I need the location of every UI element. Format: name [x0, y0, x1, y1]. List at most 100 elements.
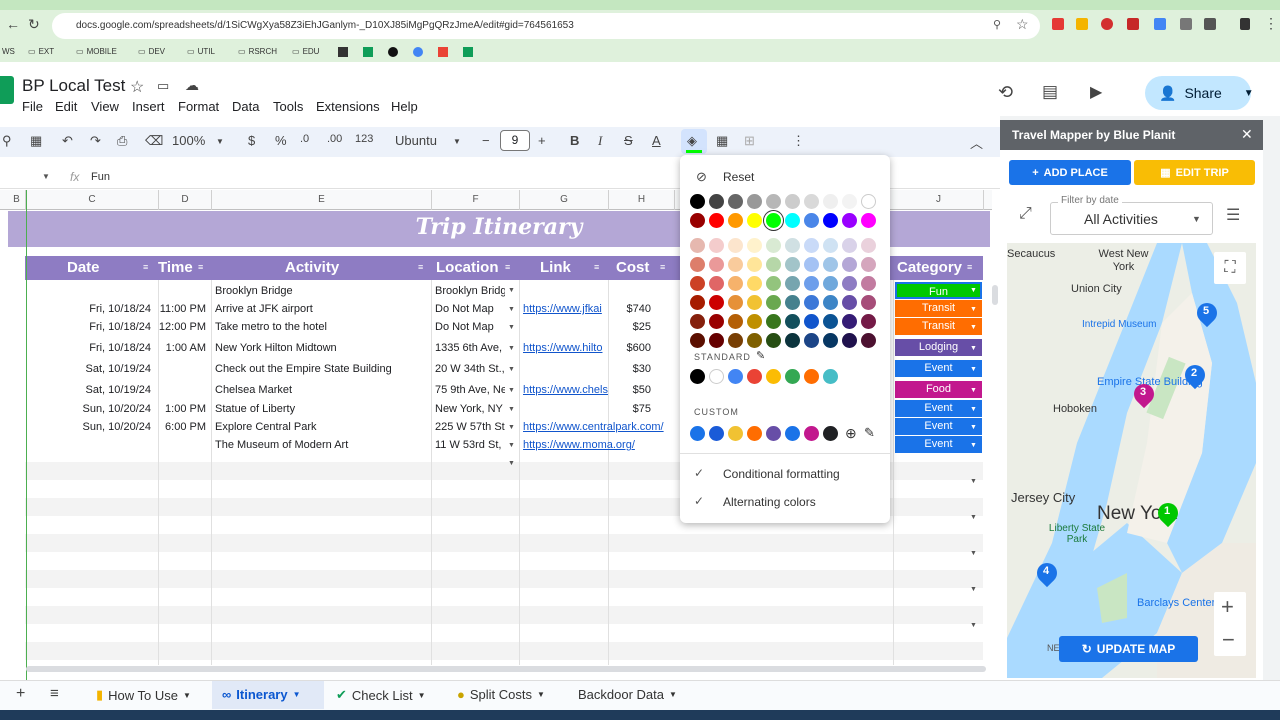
color-swatch[interactable] [842, 314, 857, 329]
color-swatch[interactable] [861, 257, 876, 272]
dropdown-arrow-icon[interactable]: ▼ [970, 586, 977, 593]
color-swatch[interactable] [747, 314, 762, 329]
currency-format-button[interactable]: $ [248, 133, 255, 148]
browser-menu-icon[interactable]: ⋮ [1264, 15, 1278, 32]
address-bar[interactable]: docs.google.com/spreadsheets/d/1SiCWgXya… [52, 13, 1040, 39]
menu-insert[interactable]: Insert [132, 99, 165, 114]
color-swatch[interactable] [690, 238, 705, 253]
alternating-colors-item[interactable]: Alternating colors [723, 495, 816, 509]
color-swatch[interactable] [823, 369, 838, 384]
tab-split-costs[interactable]: ● Split Costs ▼ [457, 687, 545, 702]
color-swatch[interactable] [804, 333, 819, 348]
dropdown-arrow-icon[interactable]: ▼ [970, 387, 977, 394]
header-date[interactable]: Date [67, 259, 100, 276]
sheets-icon[interactable] [463, 47, 473, 57]
chevron-down-icon[interactable]: ▼ [1244, 88, 1254, 99]
zoom-page-icon[interactable]: ⚲ [993, 18, 1001, 31]
name-box-chevron-icon[interactable]: ▼ [42, 172, 50, 181]
font-size-decrease-button[interactable]: − [482, 133, 490, 148]
color-swatch[interactable] [690, 194, 705, 209]
color-swatch[interactable] [747, 194, 762, 209]
color-swatch[interactable] [785, 295, 800, 310]
color-swatch[interactable] [804, 257, 819, 272]
category-chip[interactable]: Transit [895, 318, 982, 335]
color-swatch[interactable] [766, 333, 781, 348]
color-swatch[interactable] [728, 238, 743, 253]
color-swatch[interactable] [804, 426, 819, 441]
column-header[interactable]: E [212, 190, 432, 210]
map-marker[interactable]: 3 [1140, 386, 1146, 398]
color-swatch[interactable] [785, 238, 800, 253]
map-marker[interactable]: 2 [1191, 367, 1197, 379]
version-history-icon[interactable]: ⟲ [998, 82, 1013, 103]
bookmark-util[interactable]: ▭ UTIL [187, 47, 215, 56]
sheets-logo-icon[interactable] [0, 76, 14, 104]
zoom-select[interactable]: 100% [172, 133, 205, 148]
extension-icon[interactable] [1180, 18, 1192, 30]
color-swatch[interactable] [747, 369, 762, 384]
color-swatch[interactable] [785, 369, 800, 384]
settings-sliders-icon[interactable]: ☰ [1226, 205, 1240, 225]
color-swatch[interactable] [747, 426, 762, 441]
search-menus-icon[interactable]: ⚲ [2, 133, 12, 149]
number-format-button[interactable]: 123 [355, 133, 373, 145]
dropdown-arrow-icon[interactable]: ▼ [508, 406, 515, 413]
color-swatch[interactable] [690, 426, 705, 441]
paint-format-icon[interactable]: ⌫ [145, 133, 163, 149]
vertical-scrollbar[interactable] [992, 285, 998, 305]
color-swatch[interactable] [823, 276, 838, 291]
comments-icon[interactable]: ▤ [1042, 82, 1058, 102]
color-swatch[interactable] [690, 369, 705, 384]
extensions-puzzle-icon[interactable] [1204, 18, 1216, 30]
text-color-button[interactable]: A [652, 133, 661, 148]
color-swatch[interactable] [766, 213, 781, 228]
strikethrough-button[interactable]: S [624, 133, 633, 148]
color-swatch[interactable] [785, 194, 800, 209]
map[interactable]: Secaucus West New York Union City Intrep… [1007, 243, 1256, 678]
bold-button[interactable]: B [570, 133, 579, 148]
color-swatch[interactable] [766, 426, 781, 441]
fullscreen-icon[interactable]: ⤢ [1019, 205, 1032, 223]
reload-icon[interactable]: ↻ [28, 16, 40, 33]
color-swatch[interactable] [804, 314, 819, 329]
extension-icon[interactable] [1127, 18, 1139, 30]
notion-icon[interactable] [338, 47, 348, 57]
color-swatch[interactable] [823, 213, 838, 228]
filter-icon[interactable]: ≡ [967, 262, 972, 272]
extension-icon[interactable] [1052, 18, 1064, 30]
dropdown-arrow-icon[interactable]: ▼ [508, 387, 515, 394]
color-swatch[interactable] [823, 295, 838, 310]
menu-format[interactable]: Format [178, 99, 219, 114]
column-header[interactable]: J [894, 190, 984, 210]
category-chip[interactable]: Event [895, 360, 982, 377]
category-chip[interactable]: Transit [895, 300, 982, 317]
color-swatch[interactable] [709, 295, 724, 310]
edit-pencil-icon[interactable]: ✎ [756, 349, 765, 362]
column-header[interactable]: F [432, 190, 520, 210]
star-icon[interactable]: ☆ [130, 77, 144, 97]
color-swatch[interactable] [804, 238, 819, 253]
color-swatch[interactable] [766, 369, 781, 384]
move-folder-icon[interactable]: ▭ [157, 78, 169, 94]
color-swatch[interactable] [785, 333, 800, 348]
color-swatch[interactable] [690, 213, 705, 228]
color-swatch[interactable] [690, 314, 705, 329]
redo-icon[interactable]: ↷ [90, 133, 101, 149]
edit-trip-button[interactable]: ▦ EDIT TRIP [1134, 160, 1255, 185]
color-swatch[interactable] [804, 276, 819, 291]
color-swatch[interactable] [842, 333, 857, 348]
color-swatch[interactable] [747, 295, 762, 310]
chevron-down-icon[interactable]: ▼ [1192, 214, 1201, 224]
filter-icon[interactable]: ≡ [418, 262, 423, 272]
percent-format-button[interactable]: % [275, 133, 287, 148]
filter-icon[interactable]: ≡ [143, 262, 148, 272]
undo-icon[interactable]: ↶ [62, 133, 73, 149]
menu-data[interactable]: Data [232, 99, 259, 114]
horizontal-scrollbar[interactable] [26, 666, 986, 672]
column-header[interactable]: G [520, 190, 609, 210]
menu-view[interactable]: View [91, 99, 119, 114]
category-chip[interactable]: Fun [895, 282, 982, 299]
menu-extensions[interactable]: Extensions [316, 99, 380, 114]
color-swatch[interactable] [709, 194, 724, 209]
extension-icon[interactable] [1076, 18, 1088, 30]
